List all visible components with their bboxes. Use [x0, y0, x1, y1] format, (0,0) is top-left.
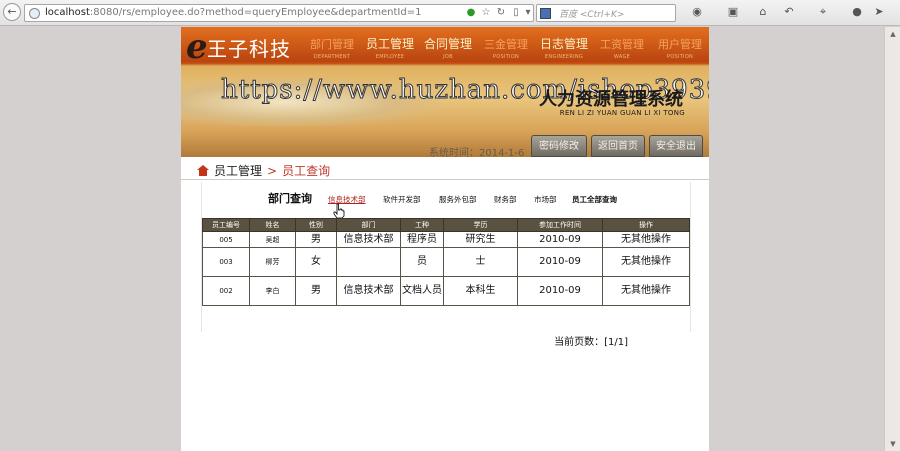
globe-icon — [29, 8, 40, 19]
cell-start: 2010-09 — [517, 276, 603, 306]
col-header: 性别 — [295, 218, 337, 232]
cell-dept — [336, 247, 401, 277]
menu-item-user[interactable]: 用户管理 POSITION — [651, 38, 709, 64]
cell-edu: 研究生 — [443, 231, 518, 248]
cell-dept: 信息技术部 — [336, 276, 401, 306]
go-icon[interactable]: ● — [465, 7, 477, 19]
col-header: 部门 — [336, 218, 401, 232]
table-row[interactable]: 003 柳芳 女 员 士 2010-09 无其他操作 — [202, 247, 690, 277]
scroll-down-icon[interactable]: ▼ — [888, 439, 898, 449]
employee-query-panel: 部门查询 信息技术部 软件开发部 服务外包部 财务部 市场部 员工全部查询 员工… — [201, 182, 692, 348]
cell-name: 吴超 — [249, 231, 296, 248]
cell-gender: 女 — [295, 247, 337, 277]
divider — [181, 179, 709, 180]
cell-id: 003 — [202, 247, 250, 277]
window-icon[interactable]: ▣ — [726, 5, 740, 19]
dept-link-outsourcing[interactable]: 服务外包部 — [439, 194, 477, 205]
col-header: 姓名 — [249, 218, 296, 232]
department-filter: 部门查询 信息技术部 软件开发部 服务外包部 财务部 市场部 员工全部查询 — [202, 190, 692, 219]
col-header: 学历 — [443, 218, 518, 232]
main-menu: 部门管理 DEPARTMENT 员工管理 EMPLOYEE 合同管理 JOB 三金管理… — [303, 38, 709, 64]
system-title: 人力资源管理系统 — [539, 89, 683, 110]
menu-item-wage[interactable]: 工资管理 WAGE — [593, 38, 651, 64]
refresh-icon[interactable]: ↻ — [495, 7, 507, 19]
col-header: 工种 — [400, 218, 444, 232]
logo-text: 王子科技 — [207, 37, 291, 61]
cell-gender: 男 — [295, 231, 337, 248]
site-header: e 王子科技 部门管理 DEPARTMENT 员工管理 EMPLOYEE 合同管理 J… — [181, 27, 709, 157]
cell-job: 程序员 — [400, 231, 444, 248]
cell-edu: 本科生 — [443, 276, 518, 306]
table-row[interactable]: 002 李白 男 信息技术部 文档人员 本科生 2010-09 无其他操作 — [202, 276, 690, 306]
col-header: 参加工作时间 — [517, 218, 603, 232]
pagination-info: 当前页数：[1/1] — [554, 337, 628, 348]
page-body: e 王子科技 部门管理 DEPARTMENT 员工管理 EMPLOYEE 合同管理 J… — [181, 27, 709, 451]
menu-item-log[interactable]: 日志管理 ENGINEERING — [535, 38, 593, 64]
cell-name: 柳芳 — [249, 247, 296, 277]
dept-link-finance[interactable]: 财务部 — [494, 194, 517, 205]
hand-cursor-icon — [333, 203, 345, 219]
back-home-button[interactable]: 返回首页 — [591, 135, 645, 157]
crop-icon[interactable]: ⌖ — [816, 5, 830, 19]
menu-item-employee[interactable]: 员工管理 EMPLOYEE — [361, 38, 419, 64]
bird-icon[interactable]: ➤ — [872, 5, 886, 19]
table-header-row: 员工编号 姓名 性别 部门 工种 学历 参加工作时间 操作 — [202, 218, 690, 232]
change-password-button[interactable]: 密码修改 — [531, 135, 587, 157]
star-icon[interactable]: ☆ — [480, 7, 492, 19]
home-icon[interactable]: ⌂ — [756, 5, 770, 19]
menu-item-department[interactable]: 部门管理 DEPARTMENT — [303, 38, 361, 64]
table-row[interactable]: 005 吴超 男 信息技术部 程序员 研究生 2010-09 无其他操作 — [202, 231, 690, 248]
cell-edu: 士 — [443, 247, 518, 277]
employee-table: 员工编号 姓名 性别 部门 工种 学历 参加工作时间 操作 005 吴超 男 信… — [202, 218, 690, 306]
dept-link-marketing[interactable]: 市场部 — [534, 194, 557, 205]
cell-dept: 信息技术部 — [336, 231, 401, 248]
search-input[interactable]: 百度 <Ctrl+K> — [559, 7, 624, 20]
address-bar[interactable]: localhost:8080/rs/employee.do?method=que… — [24, 4, 534, 22]
cell-job: 文档人员 — [400, 276, 444, 306]
cell-id: 002 — [202, 276, 250, 306]
breadcrumb-parent[interactable]: 员工管理 — [214, 164, 262, 178]
url-text: localhost:8080/rs/employee.do?method=que… — [45, 7, 422, 18]
addon-icon[interactable]: ◉ — [690, 5, 704, 19]
breadcrumb-current: 员工查询 — [282, 164, 331, 178]
cell-name: 李白 — [249, 276, 296, 306]
dept-link-all[interactable]: 员工全部查询 — [572, 194, 617, 205]
browser-toolbar: ← localhost:8080/rs/employee.do?method=q… — [0, 0, 900, 26]
scroll-up-icon[interactable]: ▲ — [888, 29, 898, 39]
department-filter-label: 部门查询 — [268, 192, 312, 205]
chevron-down-icon[interactable]: ▾ — [522, 7, 534, 19]
search-box[interactable]: 百度 <Ctrl+K> — [536, 4, 676, 22]
logo-mark: e — [186, 27, 208, 67]
col-header: 员工编号 — [202, 218, 250, 232]
logout-button[interactable]: 安全退出 — [649, 135, 703, 157]
cell-op: 无其他操作 — [602, 276, 690, 306]
search-engine-icon[interactable] — [540, 8, 551, 19]
chat-icon[interactable]: ● — [850, 5, 864, 19]
back-arrow-icon[interactable]: ← — [3, 3, 21, 21]
cell-gender: 男 — [295, 276, 337, 306]
cell-job: 员 — [400, 247, 444, 277]
col-header: 操作 — [602, 218, 690, 232]
undo-icon[interactable]: ↶ — [782, 5, 796, 19]
home-icon[interactable] — [197, 165, 209, 176]
menu-item-contract[interactable]: 合同管理 JOB — [419, 38, 477, 64]
breadcrumb-separator: > — [267, 164, 278, 178]
vertical-scrollbar[interactable]: ▲ ▼ — [884, 27, 900, 451]
mobile-icon[interactable]: ▯ — [510, 7, 522, 19]
cell-op: 无其他操作 — [602, 247, 690, 277]
cell-start: 2010-09 — [517, 231, 603, 248]
system-subtitle: REN LI ZI YUAN GUAN LI XI TONG — [559, 109, 685, 117]
cell-id: 005 — [202, 231, 250, 248]
system-time: 系统时间：2014-1-6 — [429, 148, 525, 157]
dept-link-software[interactable]: 软件开发部 — [383, 194, 421, 205]
breadcrumb: 员工管理 > 员工查询 — [197, 162, 330, 179]
cell-start: 2010-09 — [517, 247, 603, 277]
menu-item-insurance[interactable]: 三金管理 POSITION — [477, 38, 535, 64]
cell-op: 无其他操作 — [602, 231, 690, 248]
